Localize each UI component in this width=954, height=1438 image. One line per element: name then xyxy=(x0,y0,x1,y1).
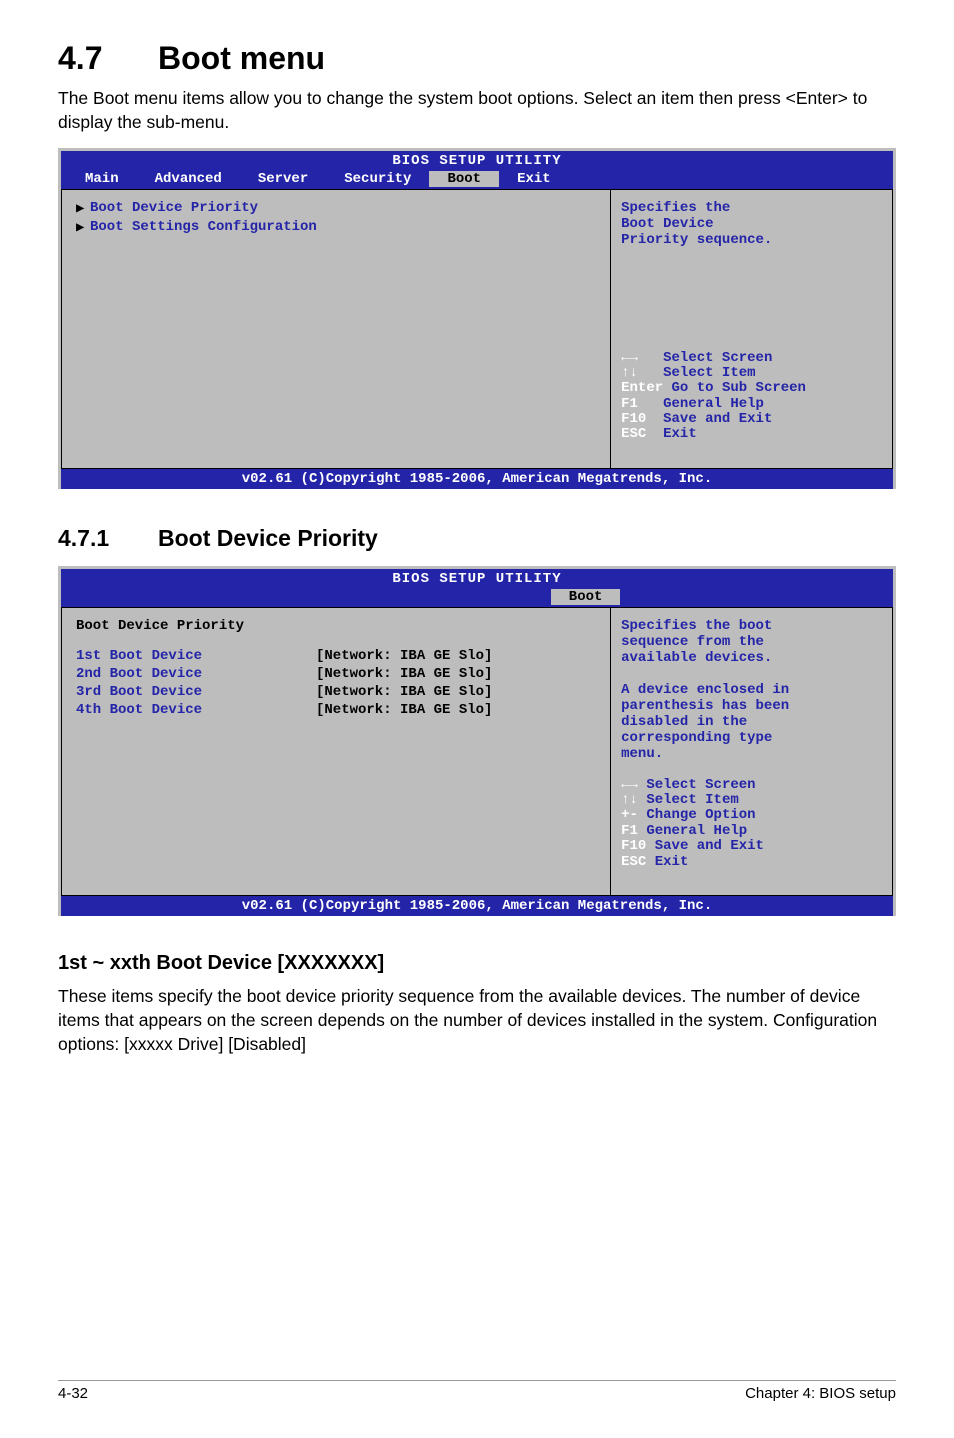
option-heading: 1st ~ xxth Boot Device [XXXXXXX] xyxy=(58,952,896,975)
row-value: [Network: IBA GE Slo] xyxy=(316,702,492,718)
bios-tab-main[interactable]: Main xyxy=(67,171,137,187)
bios-tab-boot[interactable]: Boot xyxy=(551,589,621,605)
bios-copyright: v02.61 (C)Copyright 1985-2006, American … xyxy=(61,469,893,489)
bios-left-pane: Boot Device Priority 1st Boot Device [Ne… xyxy=(61,607,610,896)
bios-copyright: v02.61 (C)Copyright 1985-2006, American … xyxy=(61,896,893,916)
boot-device-row[interactable]: 2nd Boot Device [Network: IBA GE Slo] xyxy=(76,666,596,682)
boot-device-row[interactable]: 1st Boot Device [Network: IBA GE Slo] xyxy=(76,648,596,664)
row-label: 1st Boot Device xyxy=(76,648,316,664)
page-number: 4-32 xyxy=(58,1385,88,1402)
section-title: Boot menu xyxy=(158,40,325,76)
bios-tab-server[interactable]: Server xyxy=(240,171,326,187)
submenu-item[interactable]: ▶ Boot Device Priority xyxy=(76,200,596,217)
subsection-number: 4.7.1 xyxy=(58,525,158,552)
row-value: [Network: IBA GE Slo] xyxy=(316,666,492,682)
boot-device-row[interactable]: 4th Boot Device [Network: IBA GE Slo] xyxy=(76,702,596,718)
subsection-heading: 4.7.1Boot Device Priority xyxy=(58,525,896,552)
bios-screen-boot-priority: BIOS SETUP UTILITY Boot Boot Device Prio… xyxy=(58,566,896,916)
bios-tab-boot[interactable]: Boot xyxy=(429,171,499,187)
option-description: These items specify the boot device prio… xyxy=(58,985,896,1056)
pane-heading: Boot Device Priority xyxy=(76,618,596,634)
submenu-item[interactable]: ▶ Boot Settings Configuration xyxy=(76,219,596,236)
bios-left-pane: ▶ Boot Device Priority ▶ Boot Settings C… xyxy=(61,189,610,469)
bios-title: BIOS SETUP UTILITY xyxy=(61,569,893,589)
row-value: [Network: IBA GE Slo] xyxy=(316,648,492,664)
subsection-title: Boot Device Priority xyxy=(158,525,378,551)
submenu-arrow-icon: ▶ xyxy=(76,219,90,236)
row-label: 3rd Boot Device xyxy=(76,684,316,700)
bios-tab-bar: Boot xyxy=(61,589,893,607)
bios-tab-advanced[interactable]: Advanced xyxy=(137,171,240,187)
bios-tab-bar: Main Advanced Server Security Boot Exit xyxy=(61,171,893,189)
help-text: Specifies the boot sequence from the ava… xyxy=(621,618,882,762)
row-value: [Network: IBA GE Slo] xyxy=(316,684,492,700)
bios-tab-security[interactable]: Security xyxy=(326,171,429,187)
submenu-label: Boot Device Priority xyxy=(90,200,258,217)
submenu-arrow-icon: ▶ xyxy=(76,200,90,217)
bios-title: BIOS SETUP UTILITY xyxy=(61,151,893,171)
page-footer: 4-32 Chapter 4: BIOS setup xyxy=(58,1380,896,1402)
section-heading: 4.7Boot menu xyxy=(58,40,896,77)
nav-legend: ←→ Select Screen ↑↓ Select Item Enter Go… xyxy=(621,335,882,458)
intro-paragraph: The Boot menu items allow you to change … xyxy=(58,87,896,134)
bios-right-pane: Specifies the boot sequence from the ava… xyxy=(610,607,893,896)
section-number: 4.7 xyxy=(58,40,158,77)
row-label: 4th Boot Device xyxy=(76,702,316,718)
bios-tab-exit[interactable]: Exit xyxy=(499,171,569,187)
nav-legend: ←→ Select Screen ↑↓ Select Item +- Chang… xyxy=(621,762,882,885)
boot-device-row[interactable]: 3rd Boot Device [Network: IBA GE Slo] xyxy=(76,684,596,700)
row-label: 2nd Boot Device xyxy=(76,666,316,682)
chapter-label: Chapter 4: BIOS setup xyxy=(745,1385,896,1402)
help-text: Specifies the Boot Device Priority seque… xyxy=(621,200,882,248)
submenu-label: Boot Settings Configuration xyxy=(90,219,317,236)
bios-right-pane: Specifies the Boot Device Priority seque… xyxy=(610,189,893,469)
bios-screen-boot-menu: BIOS SETUP UTILITY Main Advanced Server … xyxy=(58,148,896,489)
